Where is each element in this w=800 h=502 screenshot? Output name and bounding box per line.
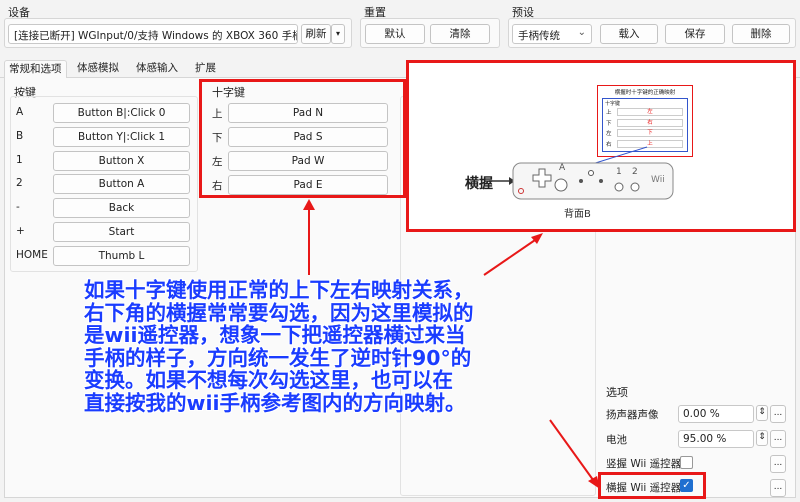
annotation-line: 是wii遥控器，想象一下把遥控器横过来当 (84, 323, 466, 348)
arrow-to-dpad-head (303, 199, 315, 210)
annotation-arrows (303, 199, 600, 489)
annotation-line: 手柄的样子，方向统一发生了逆时针90°的 (84, 345, 472, 370)
annotation-line: 直接按我的wii手柄参考图内的方向映射。 (84, 390, 466, 415)
arrow-to-sideways (549, 419, 597, 485)
annotation-line: 变换。如果不想每次勾选这里，也可以在 (84, 368, 453, 393)
arrow-to-reference (483, 237, 539, 276)
annotation-line: 右下角的横握常常要勾选，因为这里模拟的 (84, 300, 474, 325)
annotation-text: 如果十字键使用正常的上下左右映射关系， 右下角的横握常常要勾选，因为这里模拟的 … (84, 279, 474, 415)
arrow-to-sideways-head (588, 476, 600, 489)
annotation-line: 如果十字键使用正常的上下左右映射关系， (84, 278, 474, 302)
